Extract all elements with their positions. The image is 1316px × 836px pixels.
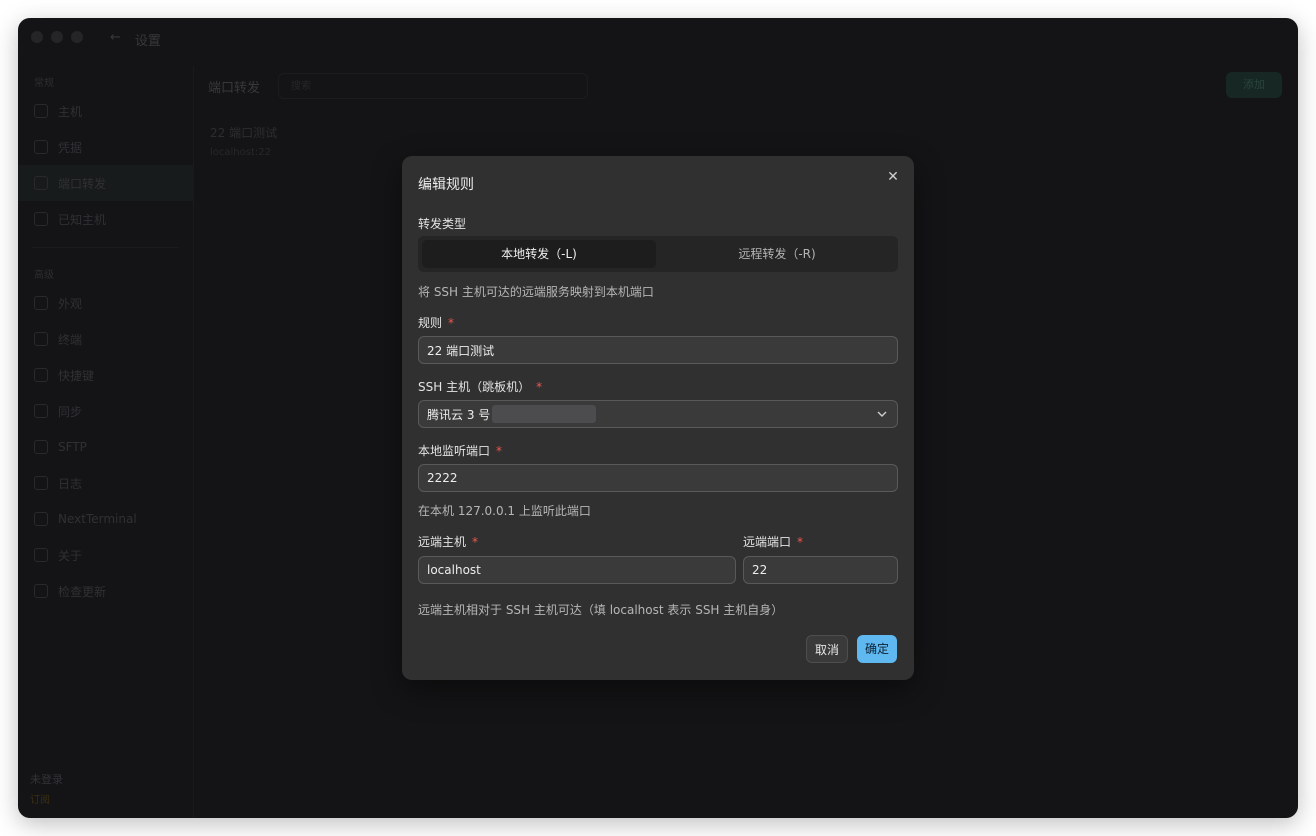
confirm-button[interactable]: 确定 xyxy=(857,635,897,663)
remote-host-label: 远端主机 * xyxy=(418,533,478,550)
required-mark: * xyxy=(797,535,804,549)
required-mark: * xyxy=(448,316,455,330)
ssh-host-select[interactable]: 腾讯云 3 号 xyxy=(418,400,898,428)
edit-rule-dialog: 编辑规则 ✕ 转发类型 本地转发（-L) 远程转发（-R) 将 SSH 主机可达… xyxy=(402,156,914,680)
remote-host-hint: 远端主机相对于 SSH 主机可达（填 localhost 表示 SSH 主机自身… xyxy=(418,603,784,617)
ssh-host-label-text: SSH 主机（跳板机） xyxy=(418,380,531,394)
remote-host-label-text: 远端主机 xyxy=(418,535,467,549)
forward-type-switch: 本地转发（-L) 远程转发（-R) xyxy=(418,236,898,272)
rule-name-label-text: 规则 xyxy=(418,316,443,330)
required-mark: * xyxy=(536,380,543,394)
remote-port-label-text: 远端端口 xyxy=(743,535,792,549)
dialog-title: 编辑规则 xyxy=(418,177,474,193)
local-port-input[interactable] xyxy=(418,464,898,492)
forward-type-label: 转发类型 xyxy=(418,217,467,231)
required-mark: * xyxy=(472,535,479,549)
forward-type-hint: 将 SSH 主机可达的远端服务映射到本机端口 xyxy=(418,285,654,299)
rule-name-input[interactable] xyxy=(418,336,898,364)
local-port-hint: 在本机 127.0.0.1 上监听此端口 xyxy=(418,504,591,518)
remote-port-label: 远端端口 * xyxy=(743,533,803,550)
required-mark: * xyxy=(496,444,503,458)
remote-host-input[interactable] xyxy=(418,556,736,584)
chevron-down-icon xyxy=(877,411,887,417)
tab-remote-forward[interactable]: 远程转发（-R) xyxy=(660,240,894,268)
cancel-button[interactable]: 取消 xyxy=(806,635,848,663)
local-port-label: 本地监听端口 * xyxy=(418,442,502,459)
ssh-host-label: SSH 主机（跳板机） * xyxy=(418,378,542,395)
close-icon[interactable]: ✕ xyxy=(884,168,902,186)
rule-name-label: 规则 * xyxy=(418,314,454,331)
redacted-host-address xyxy=(492,405,597,423)
local-port-label-text: 本地监听端口 xyxy=(418,444,491,458)
remote-port-input[interactable] xyxy=(743,556,898,584)
ssh-host-value: 腾讯云 3 号 xyxy=(427,407,491,422)
tab-local-forward[interactable]: 本地转发（-L) xyxy=(422,240,656,268)
